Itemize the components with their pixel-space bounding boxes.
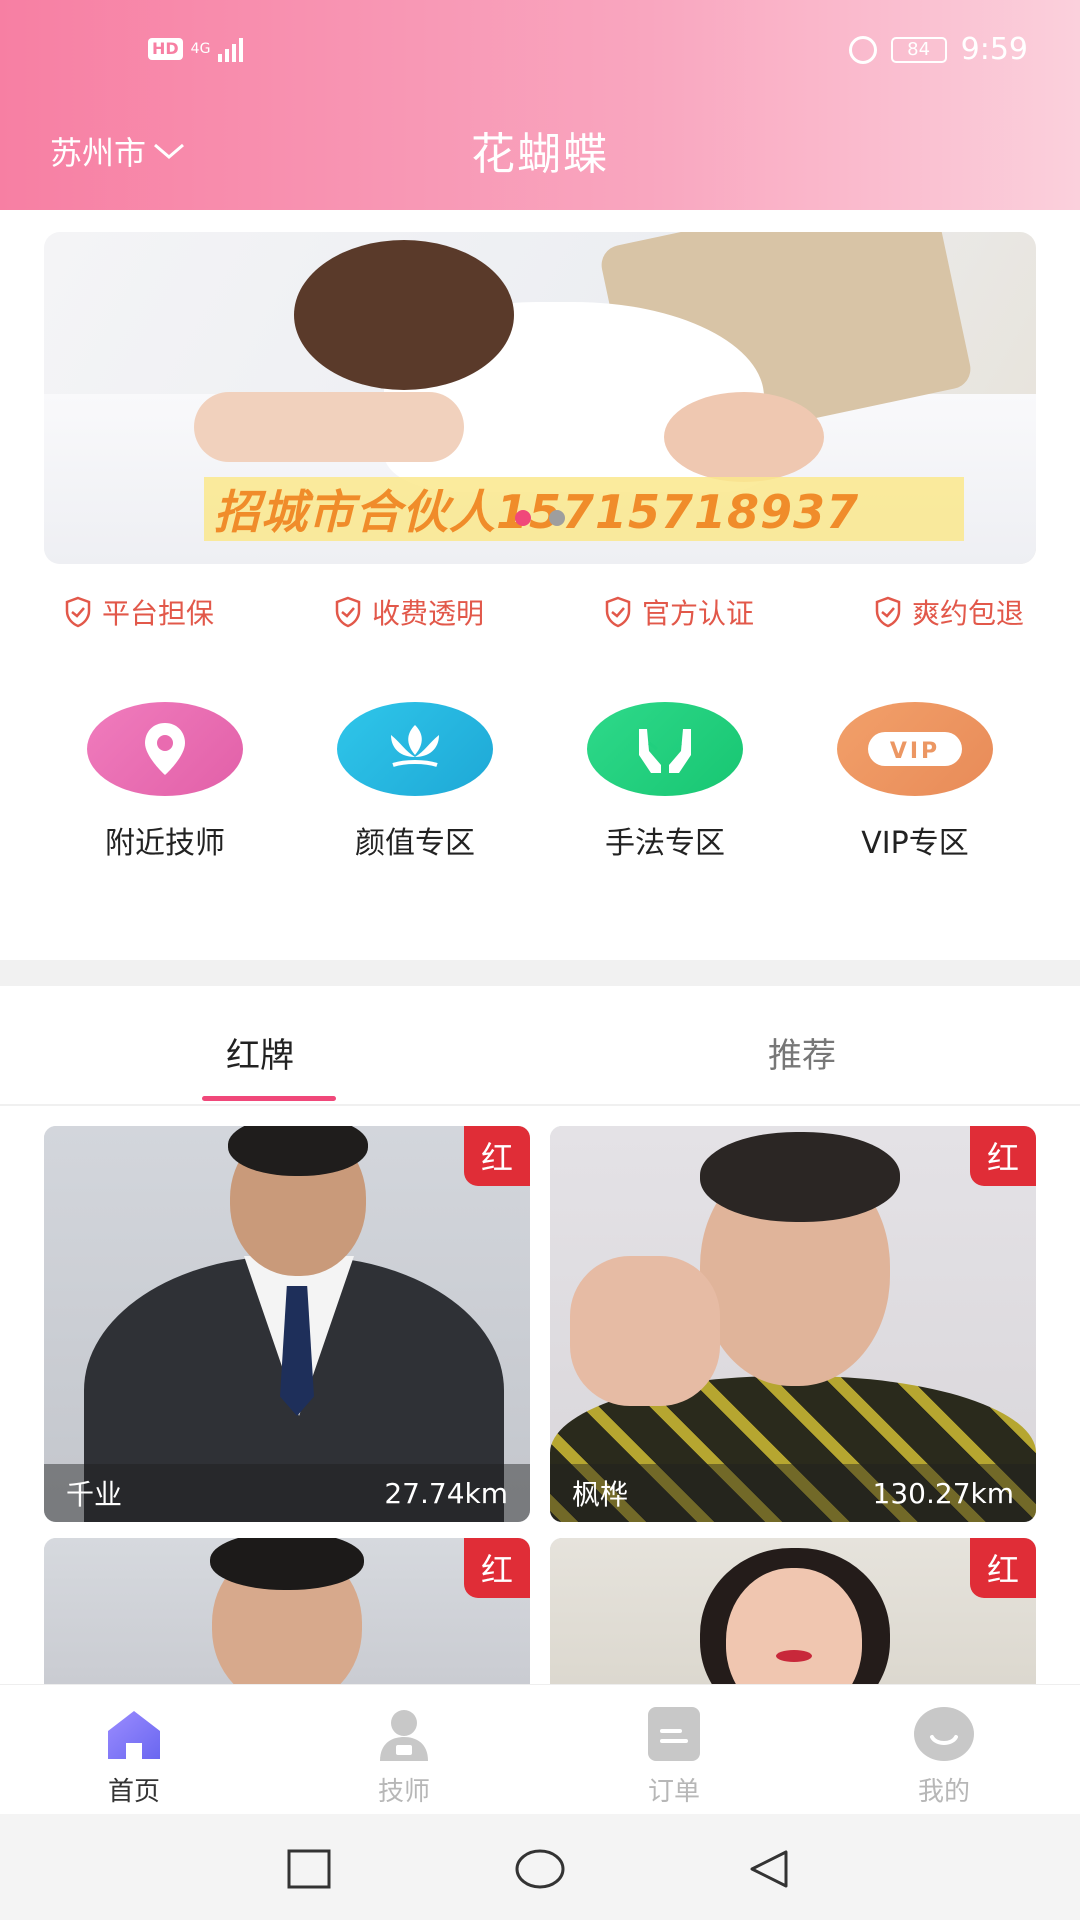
nav-label: 技师 — [377, 1777, 430, 1807]
guarantee-label: 收费透明 — [371, 597, 484, 630]
status-bar: HD 4G 84 9:59 — [0, 30, 1080, 80]
red-badge: 红 — [970, 1538, 1036, 1598]
category-vip[interactable]: VIP VIP专区 — [815, 702, 1015, 862]
tab-red-card[interactable]: 红牌 — [226, 1028, 294, 1077]
order-icon — [648, 1707, 700, 1761]
nav-home[interactable]: 首页 — [64, 1705, 204, 1808]
guarantee-label: 平台担保 — [102, 597, 215, 630]
banner-image-arm — [194, 392, 464, 462]
technician-name: 千业 — [66, 1478, 123, 1511]
category-icon-bg — [87, 702, 243, 796]
recent-apps-icon[interactable] — [286, 1848, 332, 1890]
shield-check-icon — [875, 596, 901, 628]
category-technique[interactable]: 手法专区 — [565, 702, 765, 862]
home-icon — [108, 1711, 160, 1759]
category-icon-bg — [587, 702, 743, 796]
category-label: 附近技师 — [105, 826, 225, 861]
card-info-bar: 千业 27.74km — [44, 1464, 530, 1522]
back-icon[interactable] — [746, 1848, 792, 1890]
signal-icon — [218, 36, 244, 62]
technician-icon — [380, 1710, 428, 1761]
category-label: 手法专区 — [605, 826, 725, 861]
network-type: 4G — [190, 41, 211, 57]
technician-card[interactable]: 红 — [44, 1538, 530, 1684]
banner-image-hand — [664, 392, 824, 482]
banner-text: 招城市合伙人15715718937 — [214, 485, 860, 539]
category-icon-bg: VIP — [837, 702, 993, 796]
guarantee-item: 平台担保 — [64, 592, 214, 632]
clock: 9:59 — [960, 32, 1028, 67]
status-left: HD 4G — [148, 36, 244, 62]
technician-card[interactable]: 红 枫桦 130.27km — [550, 1126, 1036, 1522]
photo-hair — [700, 1132, 900, 1222]
carousel-dots — [44, 510, 1036, 526]
battery-icon: 84 — [890, 36, 947, 63]
section-divider — [0, 960, 1080, 986]
vip-icon-text: VIP — [890, 739, 940, 764]
category-grid: 附近技师 颜值专区 手法专区 VIP VIP专区 — [40, 702, 1040, 862]
profile-icon — [914, 1707, 974, 1761]
nav-label: 订单 — [647, 1777, 700, 1807]
status-right: 84 9:59 — [848, 32, 1028, 67]
category-label: VIP专区 — [861, 826, 969, 861]
technician-name: 枫桦 — [572, 1478, 629, 1511]
nav-technician[interactable]: 技师 — [334, 1705, 474, 1808]
tab-recommend[interactable]: 推荐 — [768, 1028, 836, 1077]
guarantee-item: 收费透明 — [334, 592, 484, 632]
technician-distance: 130.27km — [872, 1476, 1014, 1510]
system-nav-bar — [0, 1814, 1080, 1920]
hd-badge: HD — [148, 38, 183, 60]
red-badge: 红 — [464, 1538, 530, 1598]
category-beauty[interactable]: 颜值专区 — [315, 702, 515, 862]
guarantee-row: 平台担保 收费透明 官方认证 爽约包退 — [64, 592, 1024, 632]
nav-order[interactable]: 订单 — [604, 1705, 744, 1808]
nav-label: 我的 — [917, 1777, 970, 1807]
location-pin-icon — [145, 723, 185, 775]
photo-lips — [776, 1650, 812, 1662]
shield-check-icon — [335, 596, 361, 628]
technician-card[interactable]: 红 千业 27.74km — [44, 1126, 530, 1522]
guarantee-item: 官方认证 — [604, 592, 754, 632]
technician-distance: 27.74km — [384, 1476, 508, 1510]
home-circle-icon[interactable] — [514, 1848, 566, 1890]
active-tab-indicator — [202, 1096, 336, 1101]
app-header: HD 4G 84 9:59 苏州市 花蝴蝶 — [0, 0, 1080, 210]
hands-icon — [639, 729, 691, 773]
alarm-icon — [848, 35, 877, 64]
card-info-bar: 枫桦 130.27km — [550, 1464, 1036, 1522]
nav-label: 首页 — [107, 1777, 160, 1807]
lotus-icon — [391, 725, 439, 767]
category-nearby[interactable]: 附近技师 — [65, 702, 265, 862]
guarantee-item: 爽约包退 — [874, 592, 1024, 632]
guarantee-label: 爽约包退 — [911, 597, 1024, 630]
shield-check-icon — [605, 596, 631, 628]
guarantee-label: 官方认证 — [641, 597, 754, 630]
shield-check-icon — [65, 596, 91, 628]
photo-hair — [210, 1538, 364, 1590]
vip-icon: VIP — [868, 732, 962, 766]
carousel-dot[interactable] — [549, 510, 565, 526]
technician-card[interactable]: 红 — [550, 1538, 1036, 1684]
banner-image-hair — [294, 240, 514, 390]
carousel-dot[interactable] — [515, 510, 531, 526]
tab-bar: 红牌 推荐 — [0, 1000, 1080, 1106]
photo-hand — [570, 1256, 720, 1406]
promo-banner[interactable]: 招城市合伙人15715718937 — [44, 232, 1036, 564]
page-title: 花蝴蝶 — [471, 129, 609, 180]
category-label: 颜值专区 — [355, 826, 475, 861]
category-icon-bg — [337, 702, 493, 796]
red-badge: 红 — [464, 1126, 530, 1186]
nav-profile[interactable]: 我的 — [874, 1705, 1014, 1808]
red-badge: 红 — [970, 1126, 1036, 1186]
bottom-nav: 首页 技师 订单 我的 — [0, 1684, 1080, 1814]
